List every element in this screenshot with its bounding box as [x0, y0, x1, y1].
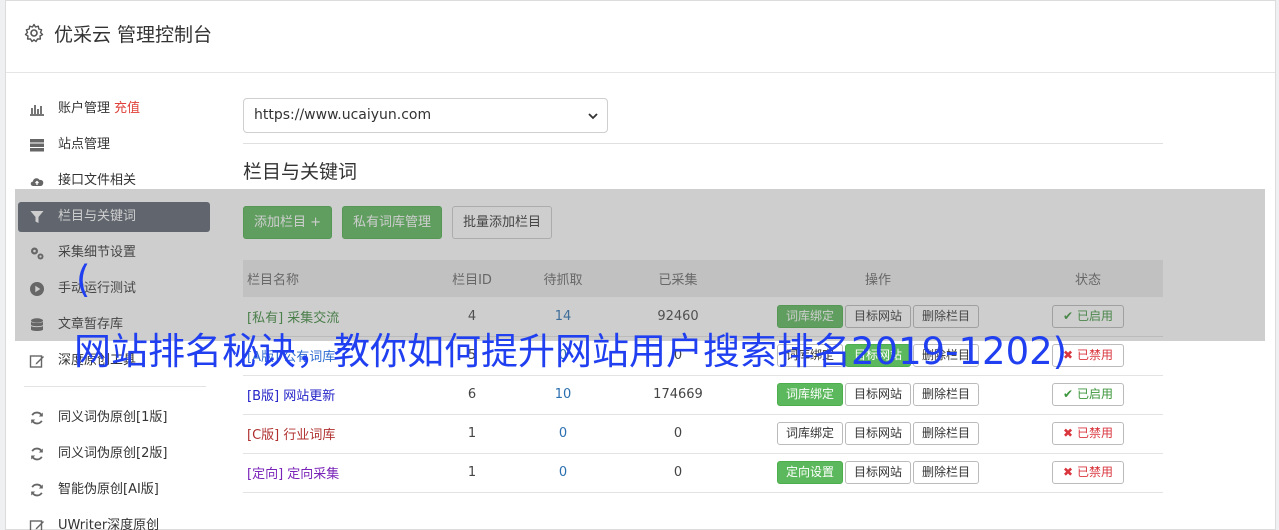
status-toggle-button[interactable]: ✔ 已启用	[1052, 383, 1124, 406]
refresh-icon	[31, 411, 43, 425]
site-select[interactable]: https://www.ucaiyun.com	[243, 98, 608, 133]
column-name[interactable]: 定向采集	[287, 467, 339, 482]
actions-cell: 词库绑定 目标网站 删除栏目	[743, 375, 1013, 415]
chevron-down-icon	[588, 113, 598, 120]
sidebar-item-label: 账户管理	[58, 101, 111, 116]
target-site-button[interactable]: 目标网站	[844, 422, 911, 445]
pending-cell: 0	[513, 414, 613, 454]
overlay-text-line2: 网站排名秘诀，教你如何提升网站用户搜索排名2019-1202)	[74, 330, 1068, 373]
overlay-banner	[15, 189, 1265, 341]
edit-icon	[29, 520, 44, 530]
collected-cell: 0	[613, 453, 743, 493]
delete-column-button[interactable]: 删除栏目	[913, 422, 980, 445]
refresh-icon	[31, 447, 43, 461]
lexicon-bind-button[interactable]: 词库绑定	[776, 383, 843, 406]
sidebar-item-synonym-v2[interactable]: 同义词伪原创[2版]	[18, 439, 210, 469]
status-cell: ✖ 已禁用	[1013, 453, 1163, 493]
sidebar-item-uwriter[interactable]: UWriter深度原创	[18, 511, 210, 530]
column-name-cell: [定向] 定向采集	[243, 453, 431, 493]
cloud-upload-icon	[30, 178, 44, 186]
column-id-cell: 6	[431, 375, 513, 415]
site-select-value: https://www.ucaiyun.com	[254, 107, 432, 123]
server-icon	[30, 139, 44, 152]
status-label: 已禁用	[1076, 348, 1113, 362]
column-name-cell: [C版] 行业词库	[243, 414, 431, 454]
cross-icon: ✖	[1063, 426, 1074, 440]
table-row: [B版] 网站更新 6 10 174669 词库绑定 目标网站 删除栏目 ✔ 已启用	[243, 375, 1163, 415]
actions-cell: 词库绑定 目标网站 删除栏目	[743, 414, 1013, 454]
column-name[interactable]: 网站更新	[283, 389, 335, 404]
sidebar-item-label: 接口文件相关	[58, 173, 137, 188]
column-version-tag: [B版]	[247, 389, 280, 404]
target-site-button[interactable]: 目标网站	[844, 383, 911, 406]
column-id-cell: 1	[431, 414, 513, 454]
sidebar-item-smart-ai[interactable]: 智能伪原创[AI版]	[18, 475, 210, 505]
status-toggle-button[interactable]: ✖ 已禁用	[1052, 461, 1124, 484]
delete-column-button[interactable]: 删除栏目	[913, 383, 980, 406]
divider	[243, 143, 1163, 144]
column-version-tag: [C版]	[247, 428, 280, 443]
sidebar-item-sites[interactable]: 站点管理	[18, 130, 210, 160]
target-site-button[interactable]: 目标网站	[844, 461, 911, 484]
delete-column-button[interactable]: 删除栏目	[913, 461, 980, 484]
column-version-tag: [定向]	[247, 467, 284, 482]
column-id-cell: 1	[431, 453, 513, 493]
sidebar-item-label: 智能伪原创[AI版]	[58, 482, 159, 497]
status-cell: ✔ 已启用	[1013, 375, 1163, 415]
sidebar-item-account[interactable]: 账户管理 充值	[18, 94, 210, 124]
status-label: 已禁用	[1076, 465, 1113, 479]
collected-cell: 174669	[613, 375, 743, 415]
check-icon: ✔	[1063, 387, 1074, 401]
section-title: 栏目与关键词	[243, 161, 358, 183]
overlay-text-line1: (	[76, 258, 91, 301]
column-name-cell: [B版] 网站更新	[243, 375, 431, 415]
edit-icon	[29, 355, 44, 368]
actions-cell: 定向设置 目标网站 删除栏目	[743, 453, 1013, 493]
cross-icon: ✖	[1063, 465, 1074, 479]
pending-cell: 0	[513, 453, 613, 493]
sidebar-divider	[24, 386, 206, 387]
bar-chart-icon	[30, 105, 44, 116]
recharge-link[interactable]: 充值	[114, 101, 140, 116]
lexicon-bind-button[interactable]: 定向设置	[776, 461, 843, 484]
table-row: [定向] 定向采集 1 0 0 定向设置 目标网站 删除栏目 ✖ 已禁用	[243, 453, 1163, 493]
lexicon-bind-button[interactable]: 词库绑定	[776, 422, 843, 445]
collected-cell: 0	[613, 414, 743, 454]
sidebar-item-label: 同义词伪原创[2版]	[58, 446, 168, 461]
sidebar-item-synonym-v1[interactable]: 同义词伪原创[1版]	[18, 403, 210, 433]
status-cell: ✖ 已禁用	[1013, 414, 1163, 454]
sidebar-item-label: 同义词伪原创[1版]	[58, 410, 168, 425]
column-name[interactable]: 行业词库	[283, 428, 335, 443]
top-bar: 优采云 管理控制台	[6, 1, 1275, 73]
status-label: 已禁用	[1076, 426, 1113, 440]
gear-icon	[24, 23, 44, 43]
page-title: 优采云 管理控制台	[54, 24, 213, 46]
sidebar-item-label: 站点管理	[58, 137, 111, 152]
status-label: 已启用	[1076, 387, 1113, 401]
table-row: [C版] 行业词库 1 0 0 词库绑定 目标网站 删除栏目 ✖ 已禁用	[243, 414, 1163, 454]
status-toggle-button[interactable]: ✖ 已禁用	[1052, 422, 1124, 445]
refresh-icon	[31, 483, 43, 497]
sidebar-item-label: UWriter深度原创	[58, 518, 160, 530]
pending-cell: 10	[513, 375, 613, 415]
